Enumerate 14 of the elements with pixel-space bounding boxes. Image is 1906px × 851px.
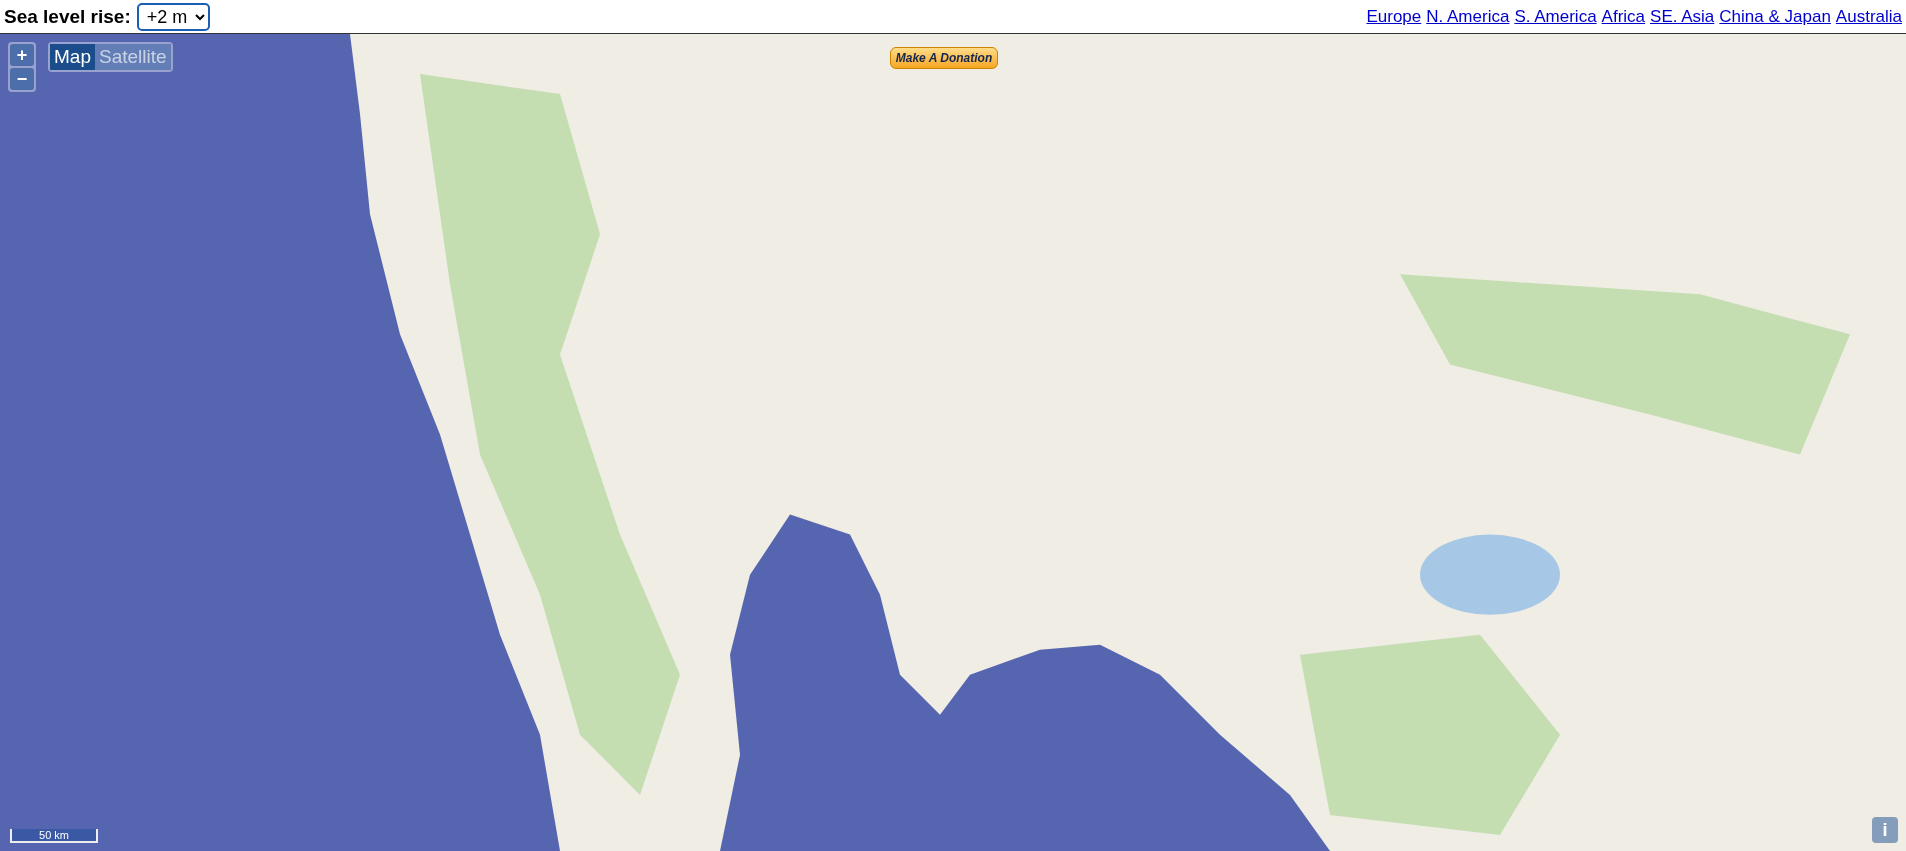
region-link[interactable]: Europe: [1366, 6, 1422, 27]
scale-bar: 50 km: [10, 829, 98, 843]
region-link[interactable]: S. America: [1514, 6, 1597, 27]
layer-tab[interactable]: Map: [50, 44, 95, 70]
sea-level-select[interactable]: +2 m: [136, 2, 210, 31]
region-link[interactable]: Australia: [1835, 6, 1902, 27]
donate-button[interactable]: Make A Donation: [890, 47, 998, 69]
region-link[interactable]: N. America: [1426, 6, 1510, 27]
region-link[interactable]: China & Japan: [1719, 6, 1831, 27]
zoom-out-button[interactable]: −: [10, 68, 34, 90]
region-link[interactable]: SE. Asia: [1650, 6, 1715, 27]
region-link[interactable]: Africa: [1601, 6, 1646, 27]
zoom-in-button[interactable]: +: [10, 44, 34, 66]
sea-level-label: Sea level rise:: [4, 5, 131, 28]
